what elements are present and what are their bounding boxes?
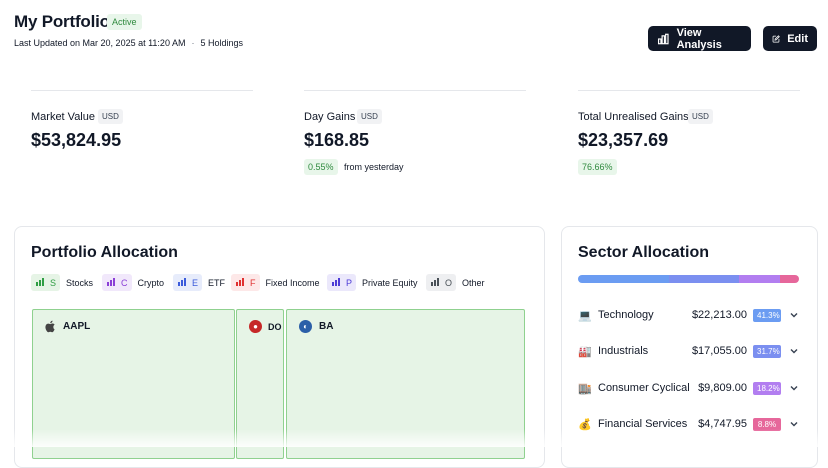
legend-chip-stocks[interactable]: S Stocks xyxy=(31,274,93,291)
legend-letter: C xyxy=(121,277,128,288)
legend-chip-etf[interactable]: E ETF xyxy=(173,274,225,291)
unrealised-gains-change-badge: 76.66% xyxy=(578,159,617,175)
sector-row-technology[interactable]: 💻 Technology $22,213.00 41.3% xyxy=(578,306,800,324)
ticker-label: AAPL xyxy=(63,321,91,332)
page-title: My Portfolio xyxy=(14,12,110,31)
bar-chart-icon xyxy=(104,276,117,289)
view-analysis-button[interactable]: View Analysis xyxy=(648,26,751,51)
legend-letter: E xyxy=(192,277,199,288)
store-icon: 🏬 xyxy=(578,382,592,395)
sector-name: Technology xyxy=(598,309,654,321)
bar-chart-icon xyxy=(329,276,342,289)
metric-label-day-gains: Day Gains xyxy=(304,111,356,123)
market-value: $53,824.95 xyxy=(31,130,122,150)
sector-percent-badge: 31.7% xyxy=(753,344,781,358)
bar-chart-icon xyxy=(33,276,46,289)
legend-letter: P xyxy=(346,277,353,288)
divider xyxy=(304,90,526,91)
portfolio-meta: Last Updated on Mar 20, 2025 at 11:20 AM… xyxy=(14,38,243,48)
status-badge: Active xyxy=(107,14,142,30)
legend-label: Fixed Income xyxy=(265,277,320,288)
sector-allocation-title: Sector Allocation xyxy=(578,244,709,261)
ticker-label: BA xyxy=(319,321,334,332)
boeing-icon: ◐ xyxy=(299,320,312,333)
bar-chart-icon xyxy=(428,276,441,289)
sector-percent-badge: 18.2% xyxy=(753,381,781,395)
sector-bar-segment xyxy=(669,275,740,283)
day-gains-note: from yesterday xyxy=(344,162,404,172)
sector-name: Industrials xyxy=(598,345,649,357)
currency-badge: USD xyxy=(98,109,123,124)
bar-chart-icon xyxy=(175,276,188,289)
currency-badge: USD xyxy=(688,109,713,124)
edit-icon xyxy=(772,34,780,42)
sector-percent-badge: 41.3% xyxy=(753,308,781,322)
last-updated: Last Updated on Mar 20, 2025 at 11:20 AM xyxy=(14,38,186,48)
sector-row-industrials[interactable]: 🏭 Industrials $17,055.00 31.7% xyxy=(578,342,800,360)
edit-label: Edit xyxy=(787,32,808,45)
ticker-label: DO xyxy=(268,321,282,332)
doordash-icon: ● xyxy=(249,320,262,333)
sector-bar-segment xyxy=(578,275,670,283)
sector-amount: $22,213.00 xyxy=(691,309,747,321)
chevron-down-icon[interactable] xyxy=(788,382,800,394)
bottom-fade xyxy=(14,429,828,447)
currency-badge: USD xyxy=(357,109,382,124)
chevron-down-icon[interactable] xyxy=(788,345,800,357)
legend-letter: O xyxy=(445,277,453,288)
sector-distribution-bar xyxy=(578,275,799,283)
day-gains-value: $168.85 xyxy=(304,130,370,150)
legend-chip-private-equity[interactable]: P Private Equity xyxy=(327,274,418,291)
metric-label-unrealised-gains: Total Unrealised Gains xyxy=(578,111,689,123)
legend-label: ETF xyxy=(208,277,226,288)
legend-letter: S xyxy=(50,277,57,288)
laptop-icon: 💻 xyxy=(578,309,592,322)
sector-row-consumer-cyclical[interactable]: 🏬 Consumer Cyclical $9,809.00 18.2% xyxy=(578,379,800,397)
sector-amount: $17,055.00 xyxy=(691,345,747,357)
sector-name: Consumer Cyclical xyxy=(598,382,690,394)
chevron-down-icon[interactable] xyxy=(788,309,800,321)
day-gains-change-badge: 0.55% xyxy=(304,159,338,175)
metric-label-market-value: Market Value xyxy=(31,111,95,123)
divider xyxy=(31,90,253,91)
meta-separator: · xyxy=(191,38,195,48)
unrealised-gains-value: $23,357.69 xyxy=(578,130,669,150)
legend-label: Other xyxy=(462,277,485,288)
apple-icon xyxy=(43,320,56,333)
view-analysis-label: View Analysis xyxy=(676,26,722,51)
divider xyxy=(578,90,800,91)
legend-label: Stocks xyxy=(66,277,94,288)
legend-chip-crypto[interactable]: C Crypto xyxy=(102,274,164,291)
bar-chart-icon xyxy=(657,33,669,44)
legend-chip-fixed-income[interactable]: F Fixed Income xyxy=(231,274,320,291)
sector-bar-segment xyxy=(779,275,799,283)
holdings-count: 5 Holdings xyxy=(200,38,243,48)
legend-label: Crypto xyxy=(137,277,165,288)
edit-button[interactable]: Edit xyxy=(763,26,817,51)
sector-amount: $9,809.00 xyxy=(698,382,747,394)
legend-letter: F xyxy=(250,277,256,288)
portfolio-allocation-title: Portfolio Allocation xyxy=(31,244,178,261)
legend-label: Private Equity xyxy=(362,277,418,288)
bar-chart-icon xyxy=(233,276,246,289)
factory-icon: 🏭 xyxy=(578,345,592,358)
legend-chip-other[interactable]: O Other xyxy=(426,274,485,291)
sector-bar-segment xyxy=(739,275,780,283)
